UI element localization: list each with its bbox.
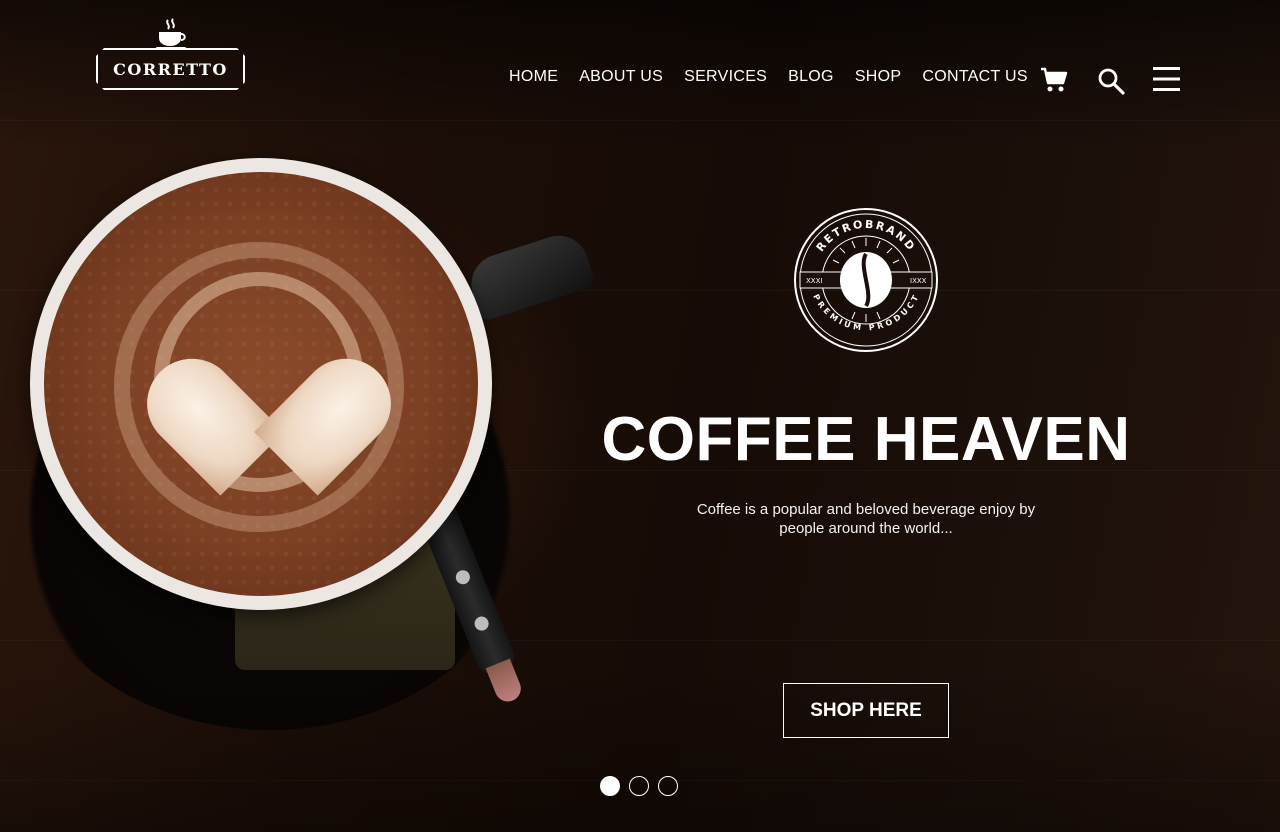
nav-item-about-us[interactable]: ABOUT US bbox=[579, 68, 663, 86]
hero-title: COFFEE HEAVEN bbox=[601, 405, 1131, 474]
badge-right-text: IXXX bbox=[910, 277, 927, 285]
hero-subtitle-line2: people around the world... bbox=[779, 520, 953, 537]
slider-dots bbox=[600, 776, 678, 796]
badge-left-text: XXXI bbox=[806, 277, 822, 285]
hero-subtitle-line1: Coffee is a popular and beloved beverage… bbox=[696, 501, 1036, 518]
nav-item-services[interactable]: SERVICES bbox=[684, 68, 767, 86]
menu-icon[interactable] bbox=[1153, 66, 1180, 92]
nav-item-shop[interactable]: SHOP bbox=[855, 68, 902, 86]
slider-dot-1[interactable] bbox=[600, 776, 620, 796]
brand-logo[interactable]: CORRETTO bbox=[96, 18, 246, 92]
search-icon[interactable] bbox=[1097, 67, 1125, 95]
retrobrand-badge: RETROBRAND PREMIUM PRODUCT XXXI IXXX bbox=[794, 208, 938, 352]
nav-item-blog[interactable]: BLOG bbox=[788, 68, 834, 86]
hero-subtitle: Coffee is a popular and beloved beverage… bbox=[660, 500, 1072, 538]
nav-item-contact-us[interactable]: CONTACT US bbox=[922, 68, 1028, 86]
slider-dot-2[interactable] bbox=[629, 776, 649, 796]
main-nav: HOME ABOUT US SERVICES BLOG SHOP CONTACT… bbox=[509, 68, 1049, 86]
cart-icon[interactable] bbox=[1040, 67, 1068, 93]
nav-item-home[interactable]: HOME bbox=[509, 68, 558, 86]
coffee-cup-icon bbox=[156, 18, 186, 50]
logo-frame: CORRETTO bbox=[96, 48, 245, 90]
shop-here-button[interactable]: SHOP HERE bbox=[783, 683, 949, 738]
brand-name: CORRETTO bbox=[113, 59, 228, 79]
slider-dot-3[interactable] bbox=[658, 776, 678, 796]
